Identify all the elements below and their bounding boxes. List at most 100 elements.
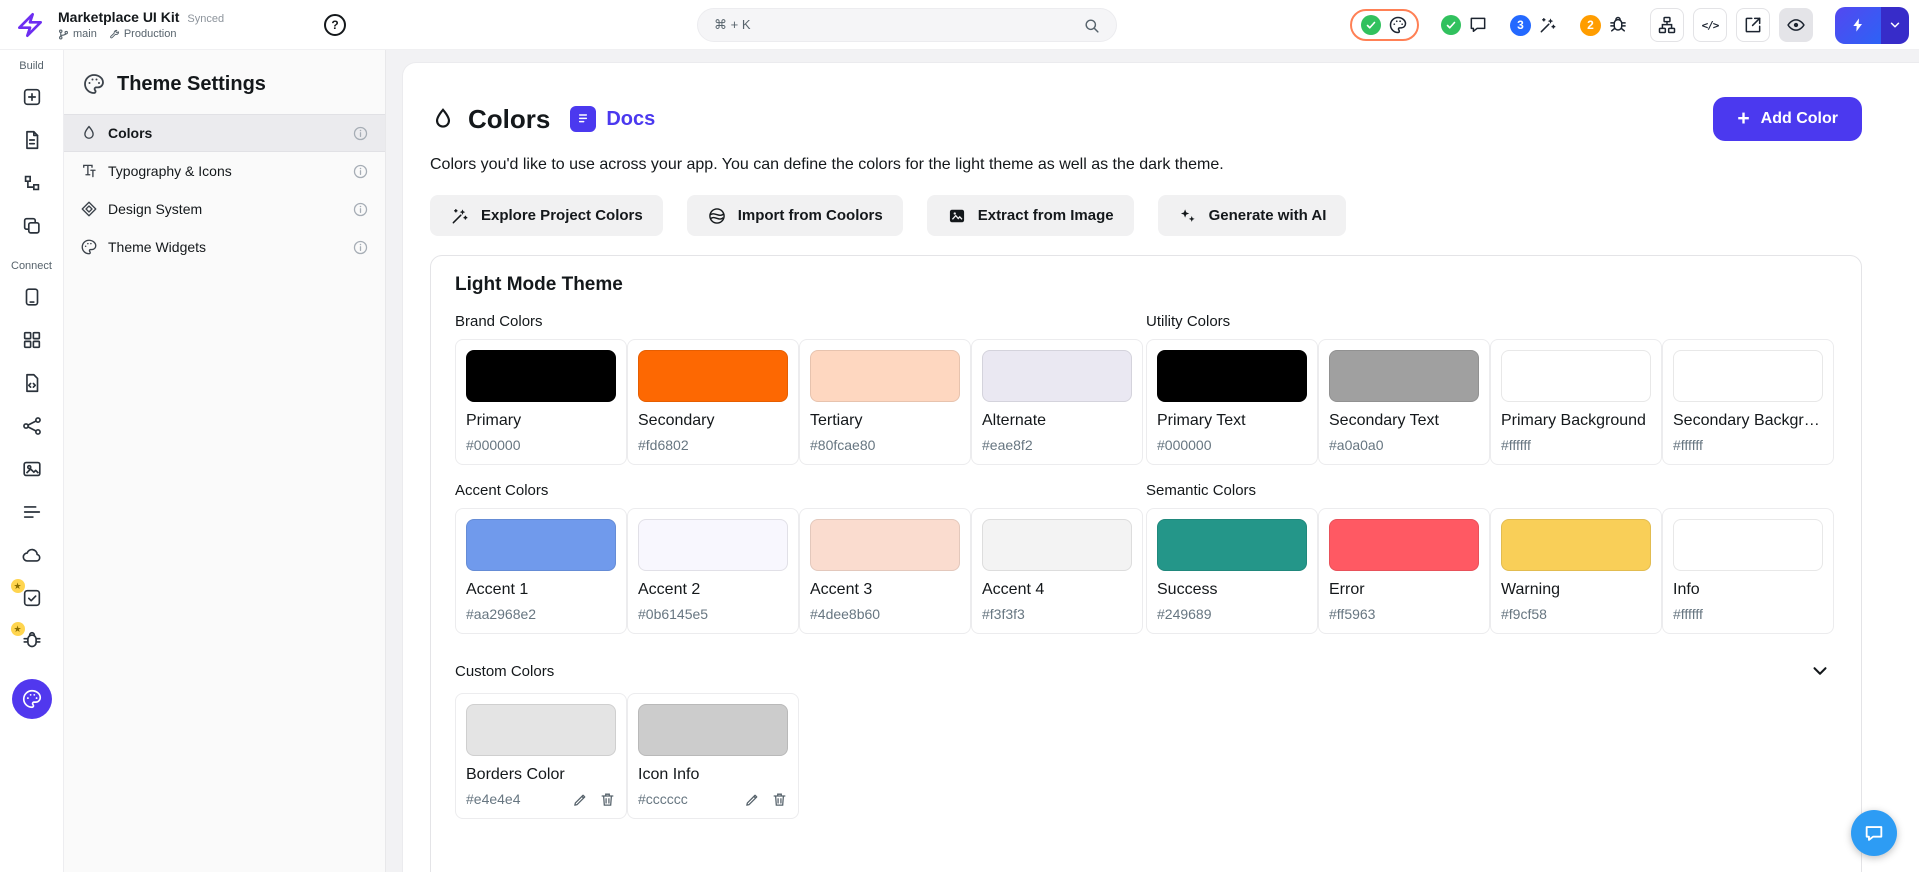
panel-item-typography[interactable]: Typography & Icons xyxy=(64,152,385,190)
edit-color-icon[interactable] xyxy=(572,791,589,808)
color-swatch[interactable] xyxy=(1501,519,1651,571)
color-tile-borders-color[interactable]: Borders Color#e4e4e4 xyxy=(455,693,627,819)
collapse-custom-colors-button[interactable] xyxy=(1803,658,1837,684)
color-name: Alternate xyxy=(982,412,1132,430)
color-tile-accent-3[interactable]: Accent 3#4dee8b60 xyxy=(799,508,971,634)
color-swatch[interactable] xyxy=(982,350,1132,402)
delete-color-icon[interactable] xyxy=(599,791,616,808)
group-label: Brand Colors xyxy=(455,313,1146,330)
panel-item-colors[interactable]: Colors xyxy=(64,114,385,152)
pages-button[interactable] xyxy=(14,127,50,153)
media-assets-button[interactable] xyxy=(14,456,50,482)
color-tile-success[interactable]: Success#249689 xyxy=(1146,508,1318,634)
color-tile-primary[interactable]: Primary#000000 xyxy=(455,339,627,465)
color-tiles: Borders Color#e4e4e4Icon Info#cccccc xyxy=(455,693,1837,819)
panel-header: Theme Settings xyxy=(64,50,385,114)
api-calls-button[interactable] xyxy=(14,413,50,439)
color-tile-primary-background[interactable]: Primary Background#ffffff xyxy=(1490,339,1662,465)
preview-button[interactable] xyxy=(1779,8,1813,42)
color-swatch[interactable] xyxy=(1501,350,1651,402)
theme-widgets-icon xyxy=(80,238,98,256)
widget-tree-button[interactable] xyxy=(1650,8,1684,42)
app-logo[interactable] xyxy=(10,5,50,45)
dev-mode-button[interactable]: </> xyxy=(1693,8,1727,42)
color-swatch[interactable] xyxy=(1157,350,1307,402)
color-tile-secondary-text[interactable]: Secondary Text#a0a0a0 xyxy=(1318,339,1490,465)
docs-icon[interactable] xyxy=(570,106,596,132)
app-values-button[interactable] xyxy=(14,499,50,525)
generate-with-ai-button[interactable]: Generate with AI xyxy=(1158,195,1347,236)
edit-color-icon[interactable] xyxy=(744,791,761,808)
theme-palette-icon xyxy=(1388,15,1408,35)
color-swatch[interactable] xyxy=(466,704,616,756)
color-tile-icon-info[interactable]: Icon Info#cccccc xyxy=(627,693,799,819)
color-swatch[interactable] xyxy=(638,704,788,756)
color-tile-primary-text[interactable]: Primary Text#000000 xyxy=(1146,339,1318,465)
color-swatch[interactable] xyxy=(466,350,616,402)
add-color-button[interactable]: + Add Color xyxy=(1713,97,1862,141)
color-tile-tertiary[interactable]: Tertiary#80fcae80 xyxy=(799,339,971,465)
cloud-icon xyxy=(21,544,43,566)
help-button[interactable]: ? xyxy=(324,14,346,36)
color-tile-accent-2[interactable]: Accent 2#0b6145e5 xyxy=(627,508,799,634)
panel-items: Colors Typography & Icons xyxy=(64,114,385,266)
theme-settings-nav-button[interactable] xyxy=(12,679,52,719)
extract-from-image-button[interactable]: Extract from Image xyxy=(927,195,1134,236)
info-icon[interactable] xyxy=(352,201,369,218)
delete-color-icon[interactable] xyxy=(771,791,788,808)
color-tile-error[interactable]: Error#ff5963 xyxy=(1318,508,1490,634)
color-swatch[interactable] xyxy=(810,519,960,571)
color-tiles: Success#249689Error#ff5963Warning#f9cf58… xyxy=(1146,508,1837,634)
widget-palette-button[interactable] xyxy=(14,84,50,110)
devices-button[interactable] xyxy=(14,284,50,310)
color-tile-accent-1[interactable]: Accent 1#aa2968e2 xyxy=(455,508,627,634)
widget-tree-nav-button[interactable] xyxy=(14,170,50,196)
custom-code-button[interactable] xyxy=(14,370,50,396)
color-name: Accent 1 xyxy=(466,581,616,599)
media-image-icon xyxy=(21,458,43,480)
docs-link[interactable]: Docs xyxy=(606,108,655,131)
premium-star-badge: ★ xyxy=(11,579,25,593)
color-swatch[interactable] xyxy=(1673,519,1823,571)
color-swatch[interactable] xyxy=(1329,519,1479,571)
explore-project-colors-button[interactable]: Explore Project Colors xyxy=(430,195,663,236)
import-from-coolors-button[interactable]: Import from Coolors xyxy=(687,195,903,236)
color-tile-warning[interactable]: Warning#f9cf58 xyxy=(1490,508,1662,634)
color-swatch[interactable] xyxy=(1157,519,1307,571)
color-tile-secondary[interactable]: Secondary#fd6802 xyxy=(627,339,799,465)
color-swatch[interactable] xyxy=(1329,350,1479,402)
storyboard-button[interactable] xyxy=(14,213,50,239)
info-icon[interactable] xyxy=(352,163,369,180)
comments-check-status[interactable] xyxy=(1441,15,1488,35)
color-tile-accent-4[interactable]: Accent 4#f3f3f3 xyxy=(971,508,1143,634)
run-options-button[interactable] xyxy=(1881,7,1909,44)
color-tile-info[interactable]: Info#ffffff xyxy=(1662,508,1834,634)
info-icon[interactable] xyxy=(352,239,369,256)
color-swatch[interactable] xyxy=(982,519,1132,571)
color-tile-alternate[interactable]: Alternate#eae8f2 xyxy=(971,339,1143,465)
color-swatch[interactable] xyxy=(1673,350,1823,402)
ai-agent-status[interactable]: 3 xyxy=(1510,15,1558,36)
color-swatch[interactable] xyxy=(466,519,616,571)
color-tile-secondary-background[interactable]: Secondary Background#ffffff xyxy=(1662,339,1834,465)
project-info[interactable]: Marketplace UI Kit Synced main Productio… xyxy=(58,9,224,40)
color-swatch[interactable] xyxy=(638,519,788,571)
global-search-input[interactable]: ⌘ + K xyxy=(697,8,1117,42)
open-app-button[interactable] xyxy=(1736,8,1770,42)
coolors-icon xyxy=(707,206,727,226)
theme-check-status[interactable] xyxy=(1350,9,1419,41)
panel-item-design-system[interactable]: Design System xyxy=(64,190,385,228)
page-description: Colors you'd like to use across your app… xyxy=(430,156,1862,174)
support-chat-button[interactable] xyxy=(1851,810,1897,856)
color-swatch[interactable] xyxy=(638,350,788,402)
color-swatch[interactable] xyxy=(810,350,960,402)
panel-item-theme-widgets[interactable]: Theme Widgets xyxy=(64,228,385,266)
debug-button[interactable]: ★ xyxy=(14,628,50,654)
cloud-functions-button[interactable] xyxy=(14,542,50,568)
issues-status[interactable]: 2 xyxy=(1580,15,1628,36)
tests-button[interactable]: ★ xyxy=(14,585,50,611)
run-button[interactable] xyxy=(1835,7,1881,44)
info-icon[interactable] xyxy=(352,125,369,142)
dashboard-button[interactable] xyxy=(14,327,50,353)
group-label: Utility Colors xyxy=(1146,313,1837,330)
